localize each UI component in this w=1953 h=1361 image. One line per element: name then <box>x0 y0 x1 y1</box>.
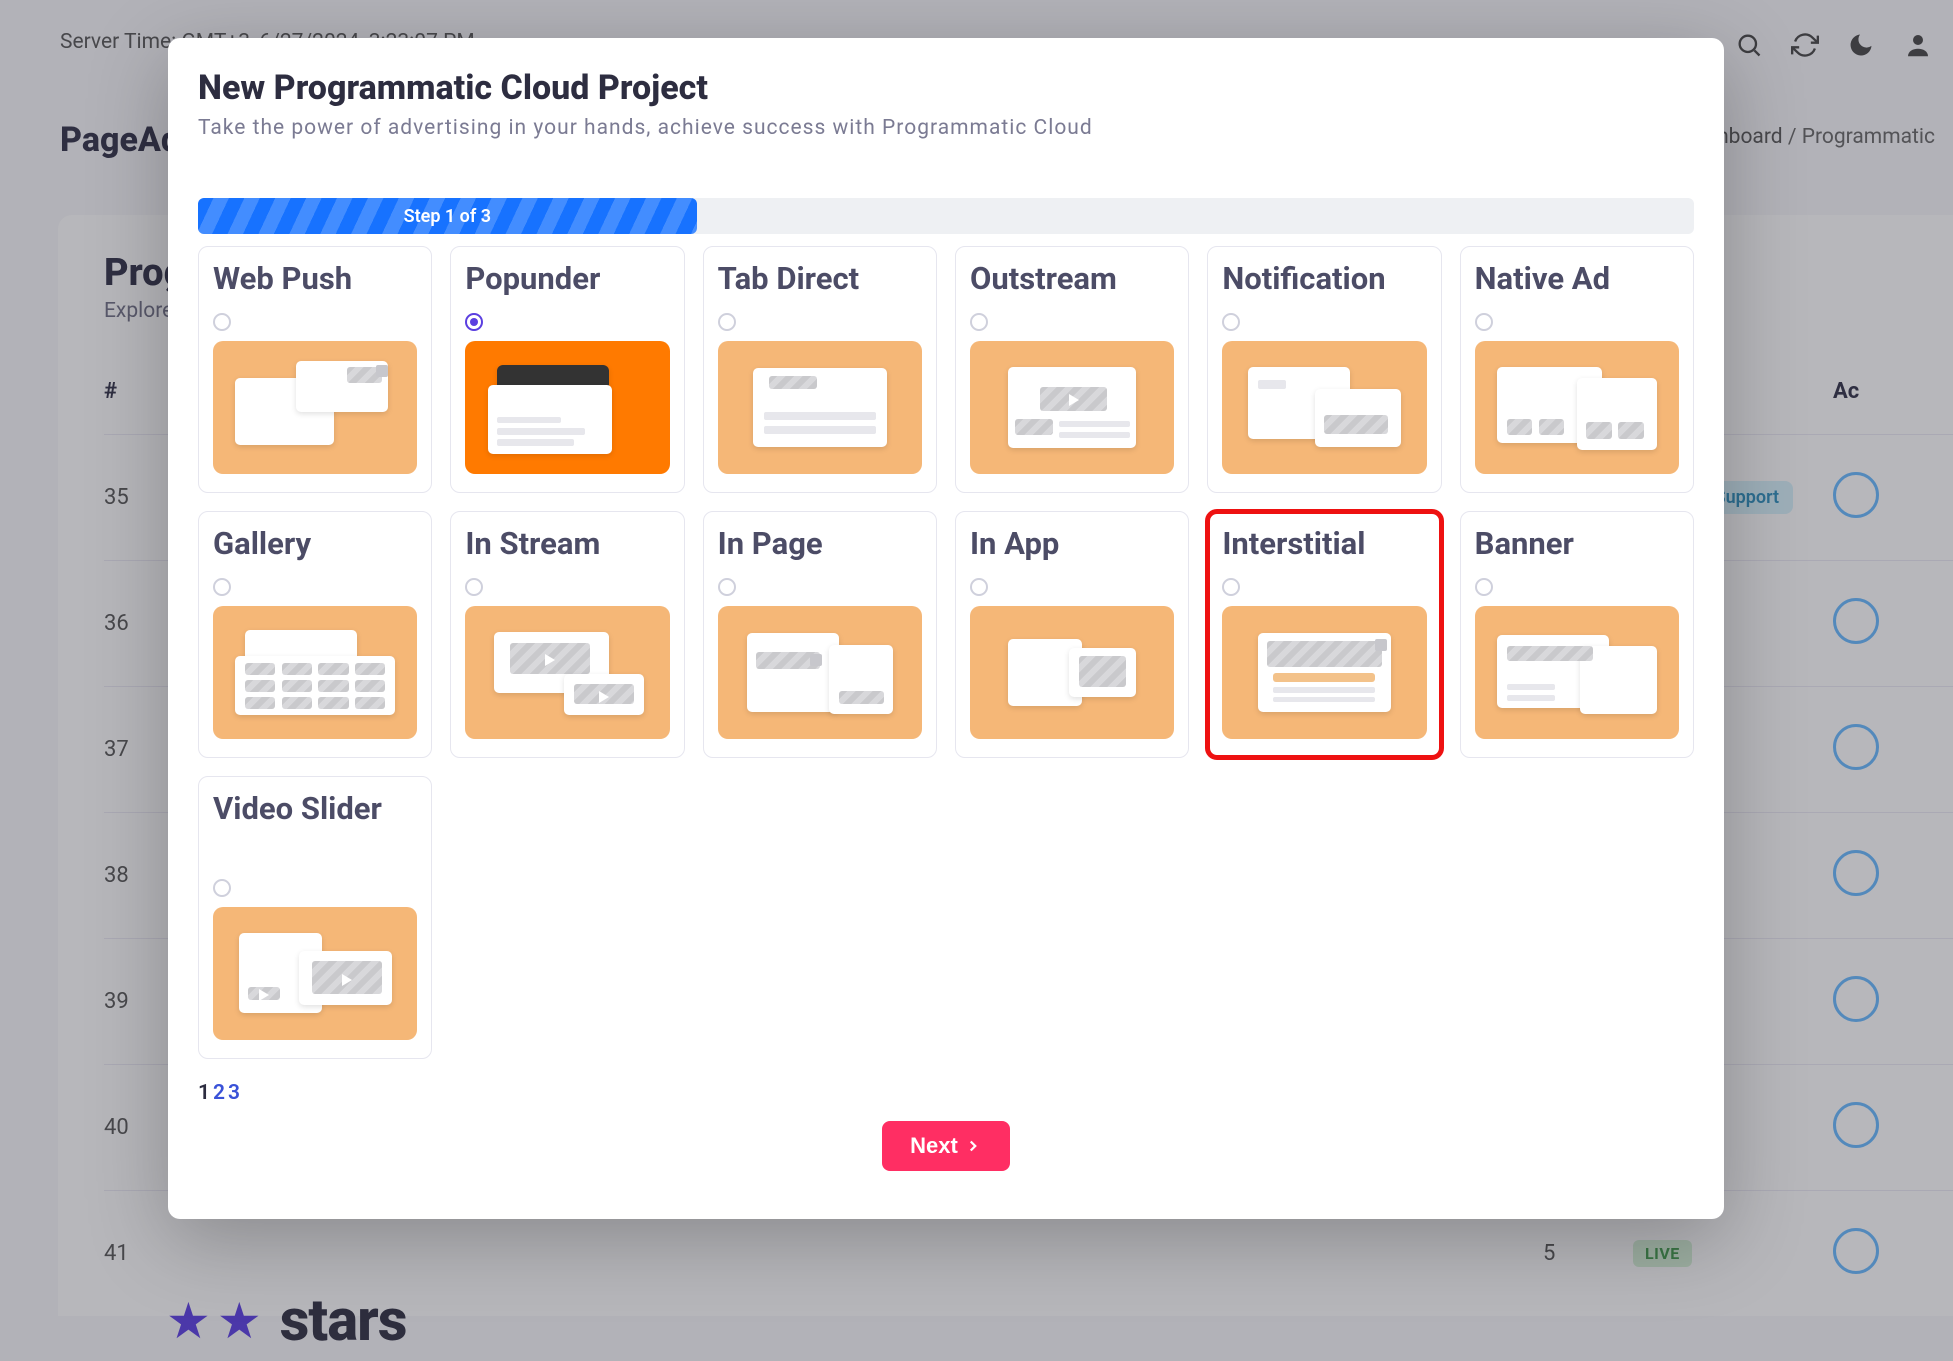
option-radio[interactable] <box>213 879 231 897</box>
option-thumbnail <box>1475 341 1679 474</box>
option-radio[interactable] <box>1475 313 1493 331</box>
option-thumbnail <box>718 341 922 474</box>
pager-page-1[interactable]: 1 <box>198 1081 213 1105</box>
option-card-interstitial[interactable]: Interstitial <box>1207 511 1441 758</box>
option-card-outstream[interactable]: Outstream <box>955 246 1189 493</box>
option-label: In Page <box>718 526 922 568</box>
option-radio[interactable] <box>970 578 988 596</box>
new-project-modal: New Programmatic Cloud Project Take the … <box>168 38 1724 1219</box>
option-thumbnail <box>465 606 669 739</box>
option-label: Outstream <box>970 261 1174 303</box>
option-radio[interactable] <box>213 578 231 596</box>
option-label: Banner <box>1475 526 1679 568</box>
option-thumbnail <box>1475 606 1679 739</box>
next-button[interactable]: Next <box>882 1121 1010 1171</box>
option-thumbnail <box>1222 341 1426 474</box>
option-radio[interactable] <box>1222 313 1240 331</box>
option-thumbnail <box>1222 606 1426 739</box>
option-radio[interactable] <box>1222 578 1240 596</box>
option-label: Popunder <box>465 261 669 303</box>
option-label: Video Slider <box>213 791 417 869</box>
option-radio[interactable] <box>1475 578 1493 596</box>
option-card-native-ad[interactable]: Native Ad <box>1460 246 1694 493</box>
option-card-notification[interactable]: Notification <box>1207 246 1441 493</box>
option-card-video-slider[interactable]: Video Slider <box>198 776 432 1059</box>
option-card-in-stream[interactable]: In Stream <box>450 511 684 758</box>
pager: 123 <box>198 1081 1694 1105</box>
option-thumbnail <box>718 606 922 739</box>
option-card-in-app[interactable]: In App <box>955 511 1189 758</box>
option-radio[interactable] <box>718 578 736 596</box>
option-label: Native Ad <box>1475 261 1679 303</box>
modal-subtitle: Take the power of advertising in your ha… <box>198 116 1694 140</box>
option-radio[interactable] <box>465 578 483 596</box>
option-label: Interstitial <box>1222 526 1426 568</box>
option-card-in-page[interactable]: In Page <box>703 511 937 758</box>
option-card-popunder[interactable]: Popunder <box>450 246 684 493</box>
step-progress: Step 1 of 3 <box>198 198 1694 234</box>
option-thumbnail <box>465 341 669 474</box>
option-thumbnail <box>213 341 417 474</box>
option-label: Gallery <box>213 526 417 568</box>
pager-page-2[interactable]: 2 <box>213 1081 228 1105</box>
option-thumbnail <box>970 341 1174 474</box>
option-thumbnail <box>213 606 417 739</box>
modal-title: New Programmatic Cloud Project <box>198 68 1694 108</box>
option-card-gallery[interactable]: Gallery <box>198 511 432 758</box>
option-label: Tab Direct <box>718 261 922 303</box>
next-button-label: Next <box>910 1133 958 1159</box>
option-radio[interactable] <box>465 313 483 331</box>
option-card-web-push[interactable]: Web Push <box>198 246 432 493</box>
option-radio[interactable] <box>970 313 988 331</box>
pager-page-3[interactable]: 3 <box>228 1081 243 1105</box>
option-radio[interactable] <box>718 313 736 331</box>
option-card-tab-direct[interactable]: Tab Direct <box>703 246 937 493</box>
option-label: Web Push <box>213 261 417 303</box>
option-thumbnail <box>970 606 1174 739</box>
option-label: In App <box>970 526 1174 568</box>
option-label: In Stream <box>465 526 669 568</box>
option-label: Notification <box>1222 261 1426 303</box>
step-progress-fill: Step 1 of 3 <box>198 198 697 234</box>
option-card-banner[interactable]: Banner <box>1460 511 1694 758</box>
option-radio[interactable] <box>213 313 231 331</box>
option-thumbnail <box>213 907 417 1040</box>
chevron-right-icon <box>964 1137 982 1155</box>
